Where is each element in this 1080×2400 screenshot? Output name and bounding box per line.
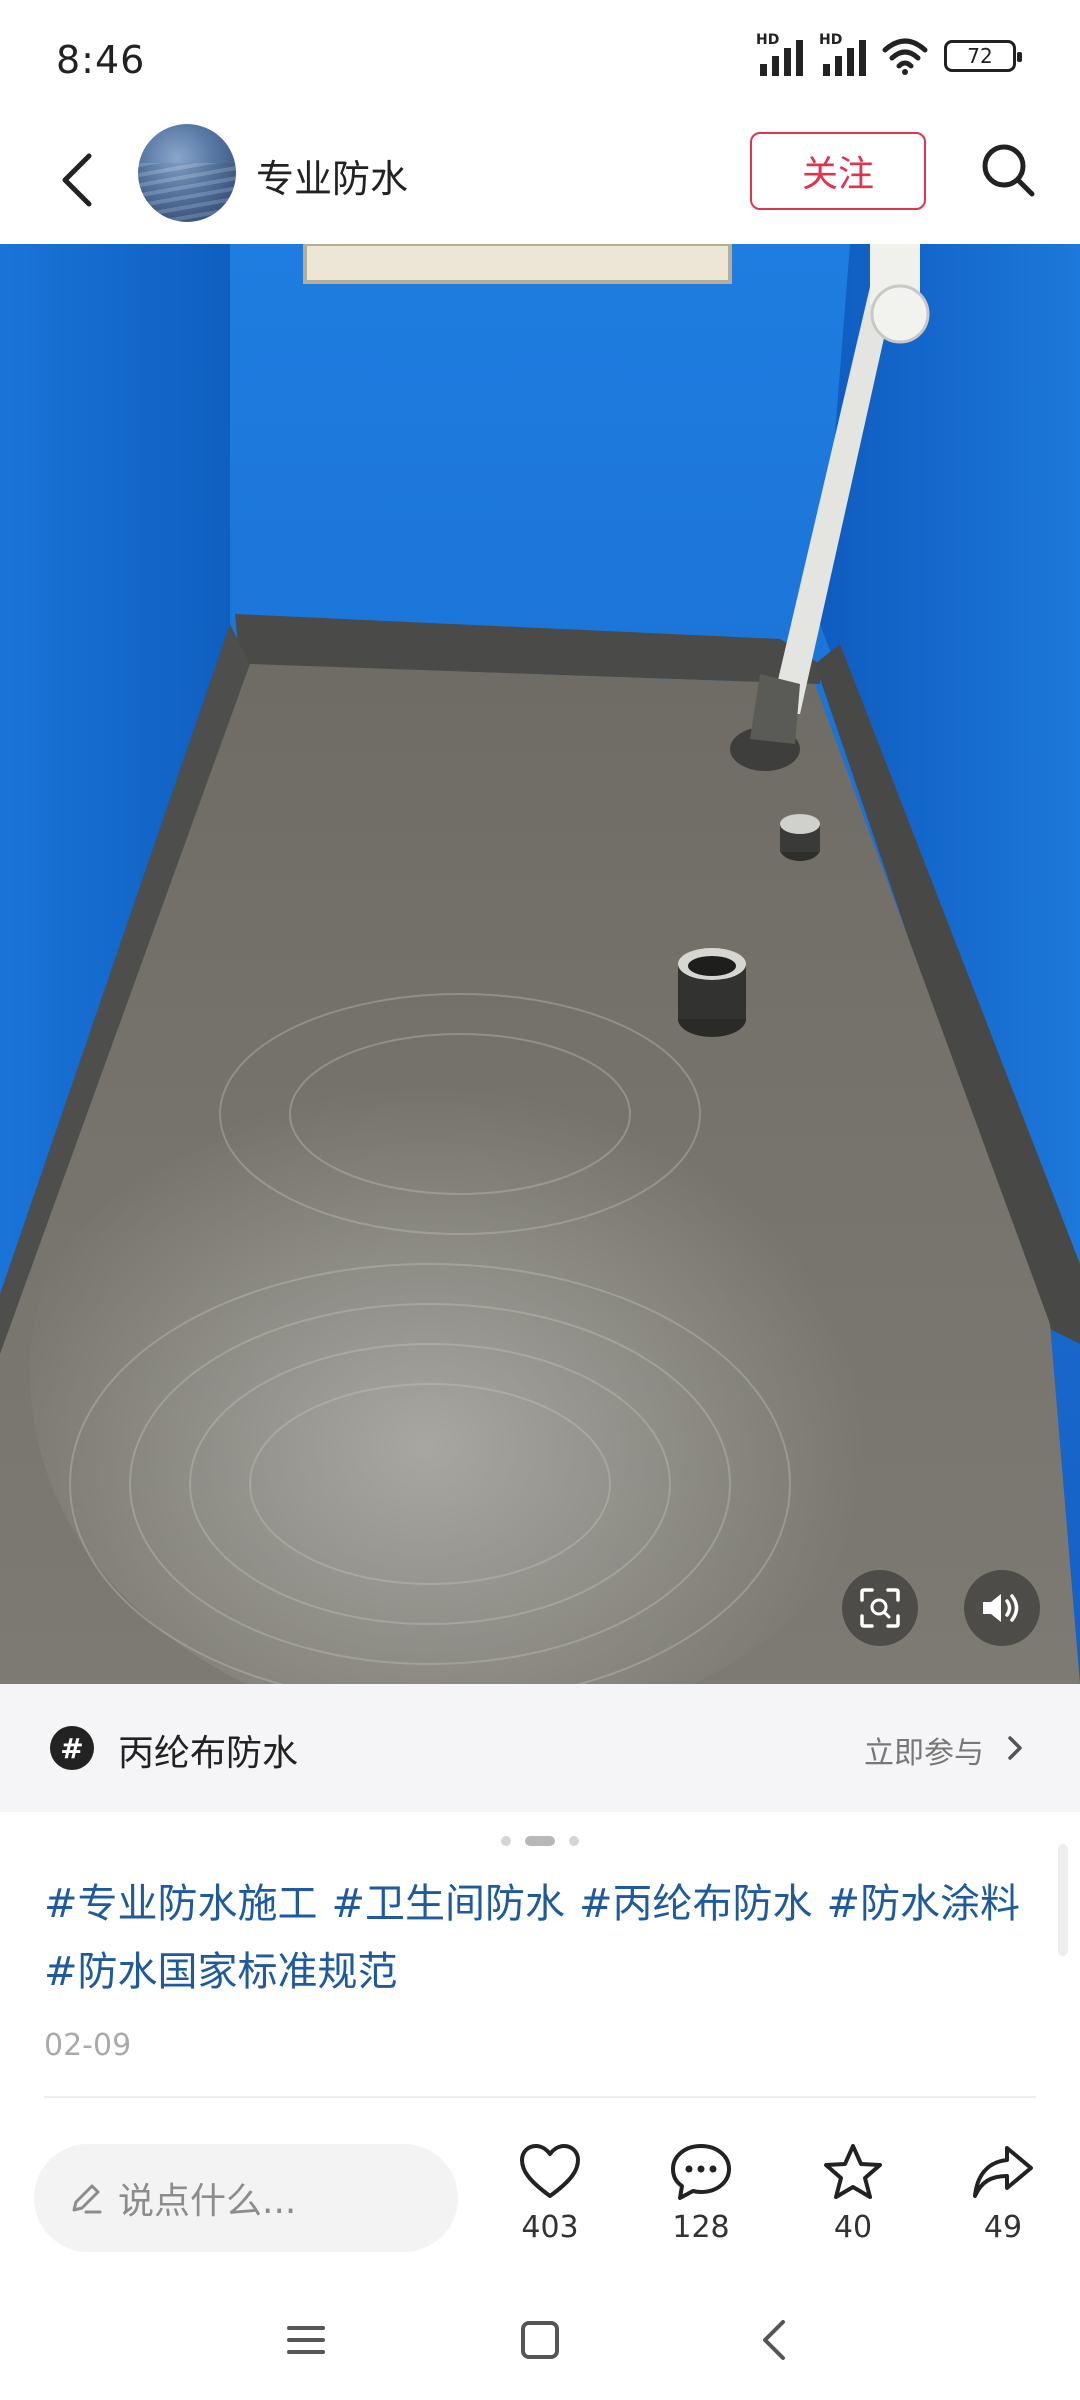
bathroom-waterproofing-photo [0,244,1080,1684]
signal-hd-label: HD [756,32,780,48]
status-bar: 8:46 HD HD 72 [0,0,1080,120]
share-count: 49 [983,2210,1023,2245]
hashtag-link[interactable]: #防水国家标准规范 [44,1949,398,1995]
battery-level: 72 [967,44,993,68]
post-header: 专业防水 关注 [0,120,1080,244]
carousel-indicator [0,1836,1080,1846]
sound-button[interactable] [964,1570,1040,1646]
signal-hd-label: HD [819,32,843,48]
menu-icon [287,2326,325,2354]
back-button[interactable] [42,140,112,220]
chevron-left-icon [763,2320,785,2360]
favorite-count: 40 [833,2210,873,2245]
share-arrow-icon [973,2146,1033,2198]
hashtag-link[interactable]: #丙纶布防水 [579,1881,813,1927]
nav-back-button[interactable] [744,2310,804,2370]
signal-icon: HD [756,32,803,76]
hashtag-link[interactable]: #专业防水施工 [44,1881,318,1927]
post-image[interactable] [0,244,1080,1684]
image-scan-button[interactable] [842,1570,918,1646]
topic-bar[interactable]: # 丙纶布防水 立即参与 [0,1684,1080,1812]
carousel-dot-active [525,1836,555,1846]
home-square-icon [521,2321,559,2359]
hashtag-link[interactable]: #卫生间防水 [332,1881,566,1927]
speaker-icon [983,1594,1019,1622]
nav-menu-button[interactable] [276,2310,336,2370]
search-icon [982,144,1035,197]
nav-home-button[interactable] [510,2310,570,2370]
wifi-icon [882,38,928,75]
author-avatar[interactable] [138,124,236,222]
hashtag-icon: # [50,1726,94,1770]
pencil-icon [72,2184,102,2214]
chevron-right-icon [1008,1736,1022,1760]
comment-count: 128 [672,2210,730,2245]
heart-icon [520,2144,580,2198]
carousel-dot [501,1836,511,1846]
status-icons: HD HD 72 [756,32,1022,76]
topic-name: 丙纶布防水 [118,1733,299,1774]
signal-icon: HD [819,32,866,76]
hashtag-link[interactable]: #防水涂料 [827,1881,1021,1927]
chevron-left-icon [62,153,92,207]
author-name[interactable]: 专业防水 [256,148,408,203]
comment-input[interactable]: 说点什么... [34,2144,458,2252]
carousel-dot [569,1836,579,1846]
comment-placeholder: 说点什么... [118,2181,297,2222]
divider [44,2096,1036,2098]
follow-button[interactable]: 关注 [750,132,926,210]
star-icon [824,2144,882,2199]
comment-bubble-icon [671,2144,731,2200]
favorite-button[interactable]: 40 [793,2142,913,2245]
post-date: 02-09 [44,2028,132,2063]
like-button[interactable]: 403 [490,2142,610,2245]
post-tags: #专业防水施工 #卫生间防水 #丙纶布防水 #防水涂料 #防水国家标准规范 [44,1870,1044,2006]
scroll-indicator [1058,1844,1068,1956]
battery-icon: 72 [944,40,1022,72]
status-time: 8:46 [56,38,146,82]
topic-join-link[interactable]: 立即参与 [864,1728,984,1772]
scan-icon [860,1588,900,1628]
comment-button[interactable]: 128 [641,2142,761,2245]
like-count: 403 [521,2210,579,2245]
share-button[interactable]: 49 [943,2142,1063,2245]
system-nav-bar [0,2280,1080,2400]
action-bar: 说点什么... 403 128 40 49 [0,2116,1080,2280]
search-button[interactable] [968,130,1048,210]
